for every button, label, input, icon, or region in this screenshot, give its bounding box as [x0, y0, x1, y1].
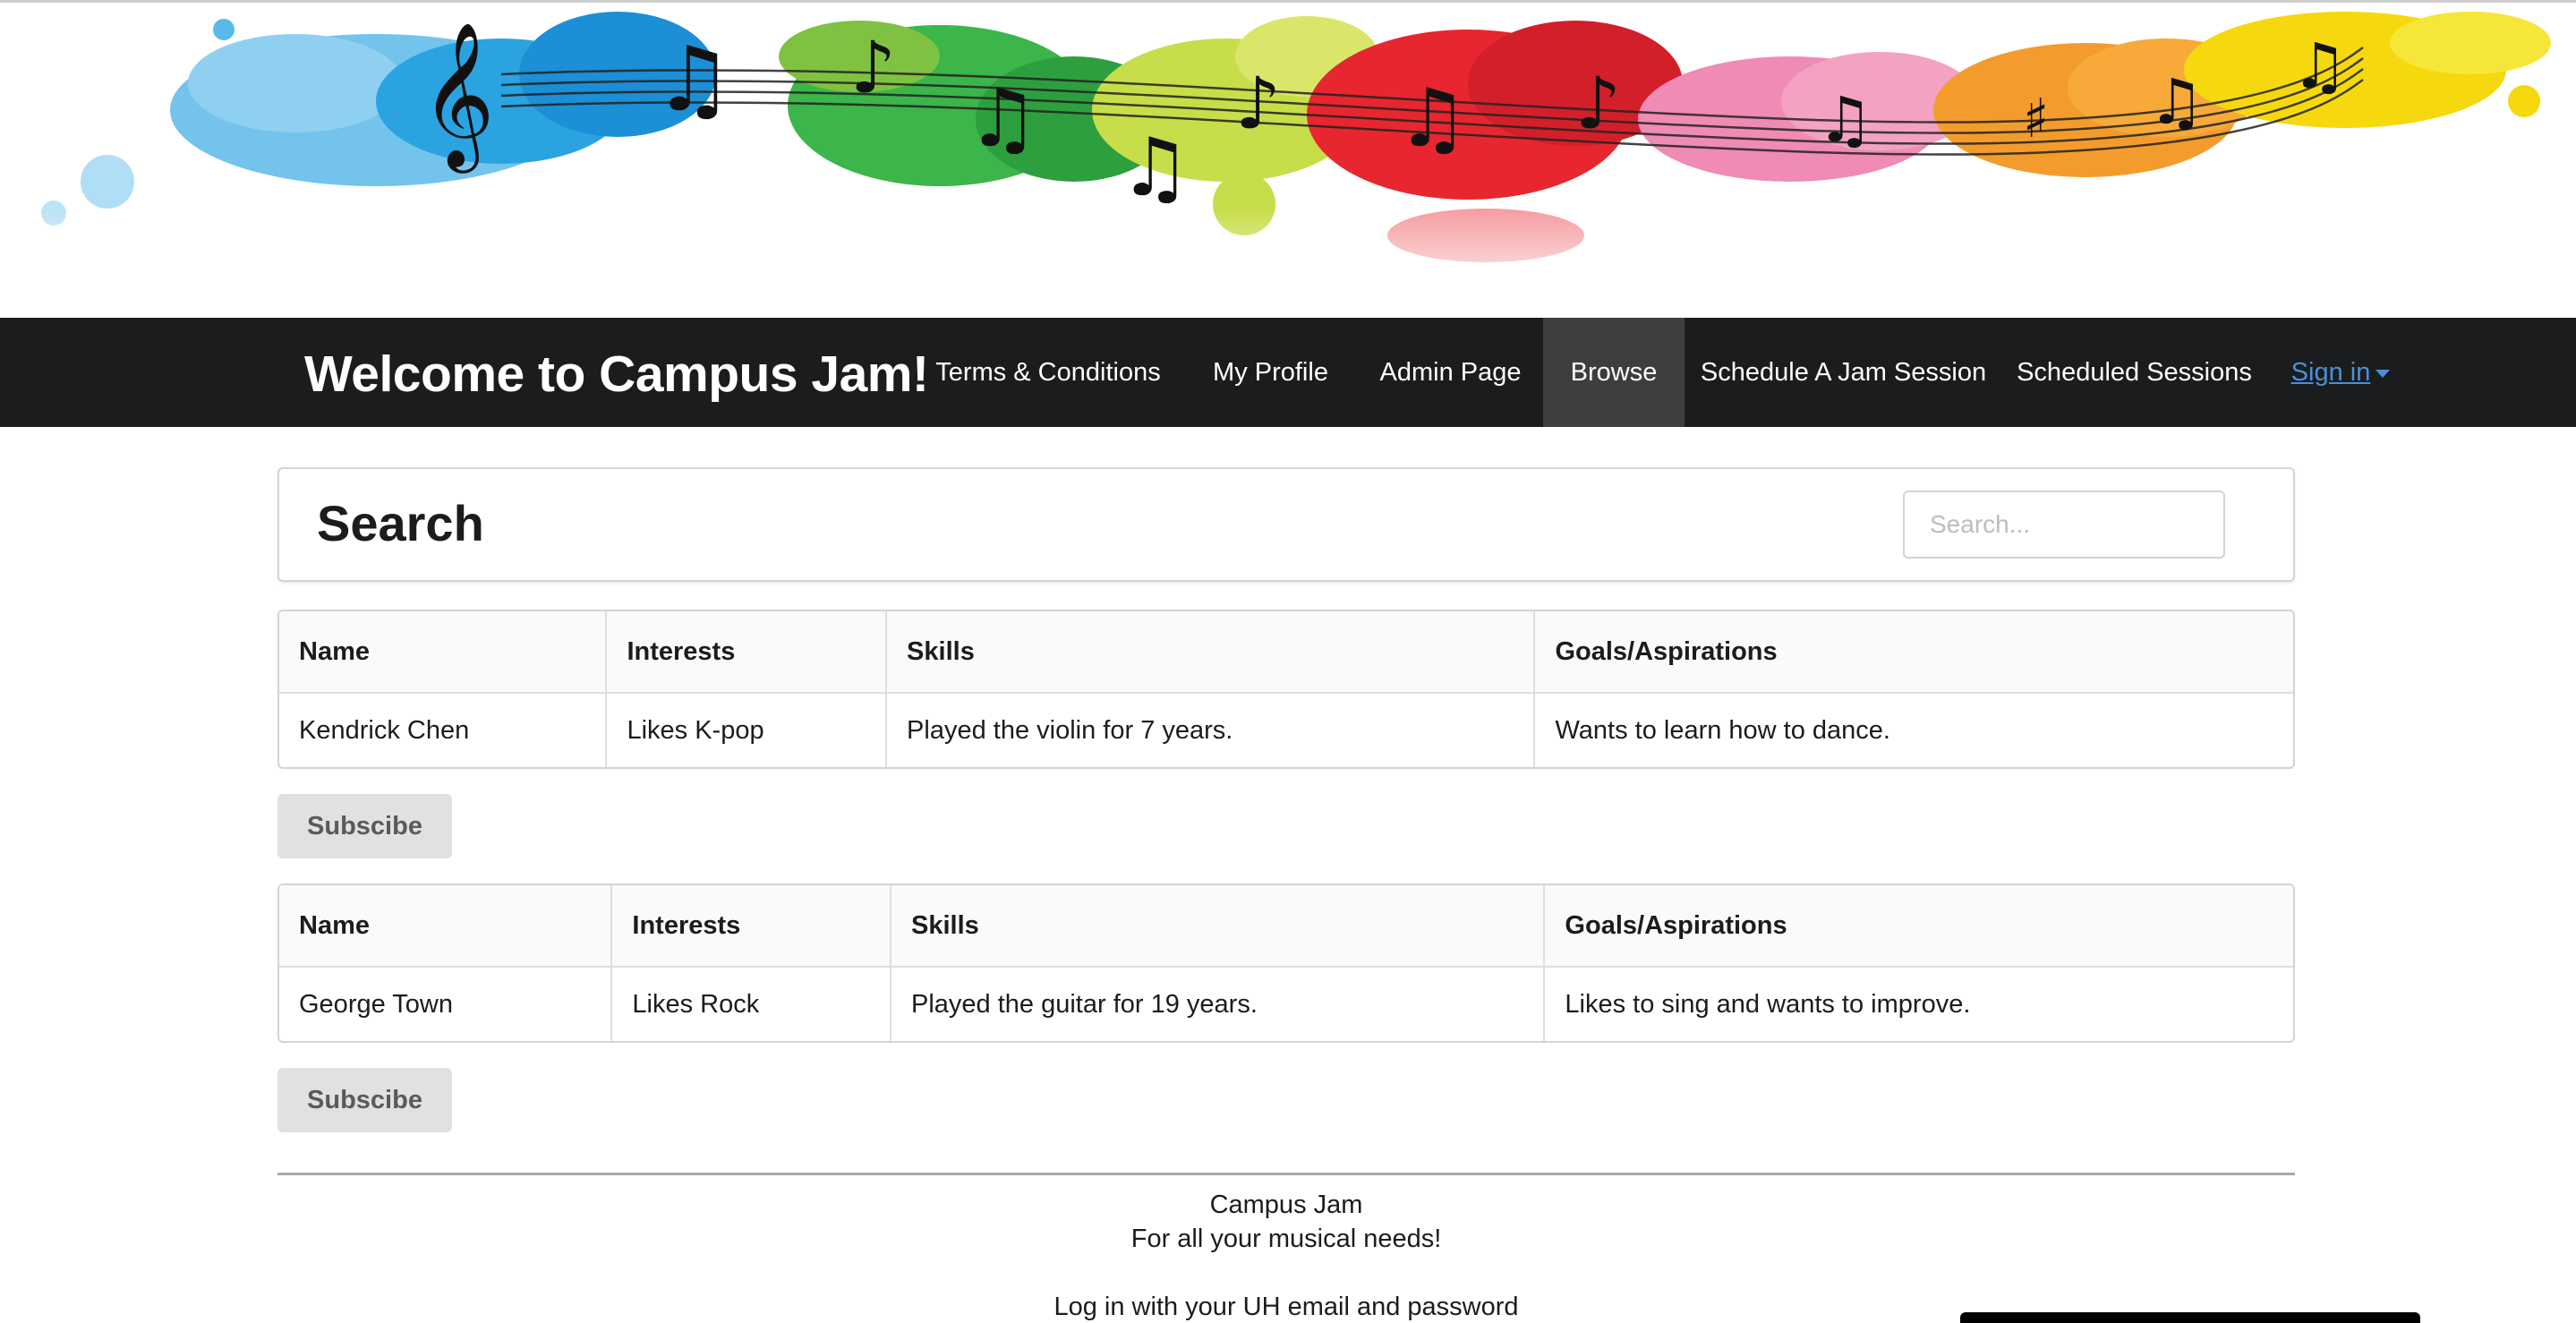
brand-title[interactable]: Welcome to Campus Jam!	[304, 345, 929, 404]
svg-text:♫: ♫	[967, 72, 1039, 166]
col-header-interests: Interests	[610, 885, 890, 968]
sign-in-label: Sign in	[2290, 358, 2371, 387]
table-header-row: Name Interests Skills Goals/Aspirations	[279, 885, 2293, 968]
svg-text:♫: ♫	[2148, 65, 2205, 139]
cell-interests: Likes Rock	[610, 968, 890, 1041]
svg-text:♫: ♫	[653, 27, 734, 132]
table-row: Kendrick Chen Likes K-pop Played the vio…	[279, 694, 2293, 767]
subscribe-button-2[interactable]: Subscibe	[277, 1068, 452, 1132]
sign-in-dropdown[interactable]: Sign in	[2282, 318, 2399, 427]
nav-terms-conditions[interactable]: Terms & Conditions	[913, 318, 1183, 427]
cell-skills: Played the guitar for 19 years.	[890, 968, 1543, 1041]
header-banner: 𝄞 ♫ ♪ ♫ ♫ ♪ ♫ ♪ ♫ ♯ ♫ ♫	[0, 0, 2576, 318]
col-header-skills: Skills	[890, 885, 1544, 968]
cell-name: George Town	[299, 989, 453, 1019]
footer-site-name: Campus Jam	[1209, 1191, 1363, 1219]
result-table-1: Name Interests Skills Goals/Aspirations …	[277, 610, 2295, 769]
svg-text:♫: ♫	[1119, 121, 1191, 215]
result-table-2: Name Interests Skills Goals/Aspirations …	[277, 883, 2295, 1043]
cell-skills: Played the violin for 7 years.	[885, 694, 1533, 767]
nav-browse[interactable]: Browse	[1543, 318, 1685, 427]
svg-text:♫: ♫	[1396, 72, 1469, 166]
bottom-overlay-bar	[1960, 1312, 2420, 1323]
svg-text:♪: ♪	[850, 26, 896, 109]
col-header-interests: Interests	[605, 611, 886, 694]
col-header-goals: Goals/Aspirations	[1543, 885, 2293, 968]
svg-text:♪: ♪	[1235, 62, 1281, 145]
cell-goals: Likes to sing and wants to improve.	[1543, 968, 2293, 1041]
search-input[interactable]	[1903, 491, 2225, 559]
svg-text:♫: ♫	[1817, 83, 1873, 157]
top-navbar: Welcome to Campus Jam! Terms & Condition…	[0, 318, 2576, 427]
paint-splash-banner-image: 𝄞 ♫ ♪ ♫ ♫ ♪ ♫ ♪ ♫ ♯ ♫ ♫	[0, 12, 2576, 318]
svg-text:♯: ♯	[2023, 88, 2049, 150]
nav-my-profile[interactable]: My Profile	[1183, 318, 1358, 427]
footer-divider	[277, 1173, 2295, 1175]
cell-goals: Wants to learn how to dance.	[1533, 694, 2293, 767]
search-panel: Search	[277, 467, 2295, 582]
nav-schedule-jam-session[interactable]: Schedule A Jam Session	[1685, 318, 2002, 427]
footer-tagline: For all your musical needs!	[1130, 1225, 1442, 1253]
col-header-name: Name	[279, 611, 606, 694]
svg-text:♫: ♫	[2291, 30, 2348, 103]
caret-down-icon	[2376, 369, 2391, 378]
search-heading: Search	[317, 495, 484, 551]
svg-text:𝄞: 𝄞	[421, 21, 495, 174]
cell-interests: Likes K-pop	[605, 694, 885, 767]
nav-admin-page[interactable]: Admin Page	[1358, 318, 1543, 427]
col-header-goals: Goals/Aspirations	[1533, 611, 2293, 694]
cell-name: Kendrick Chen	[299, 715, 470, 745]
table-row: George Town Likes Rock Played the guitar…	[279, 968, 2293, 1041]
col-header-skills: Skills	[885, 611, 1534, 694]
subscribe-button-1[interactable]: Subscibe	[277, 794, 452, 858]
svg-text:♪: ♪	[1575, 62, 1621, 145]
nav-scheduled-sessions[interactable]: Scheduled Sessions	[2002, 318, 2266, 427]
table-header-row: Name Interests Skills Goals/Aspirations	[279, 611, 2293, 694]
col-header-name: Name	[279, 885, 611, 968]
